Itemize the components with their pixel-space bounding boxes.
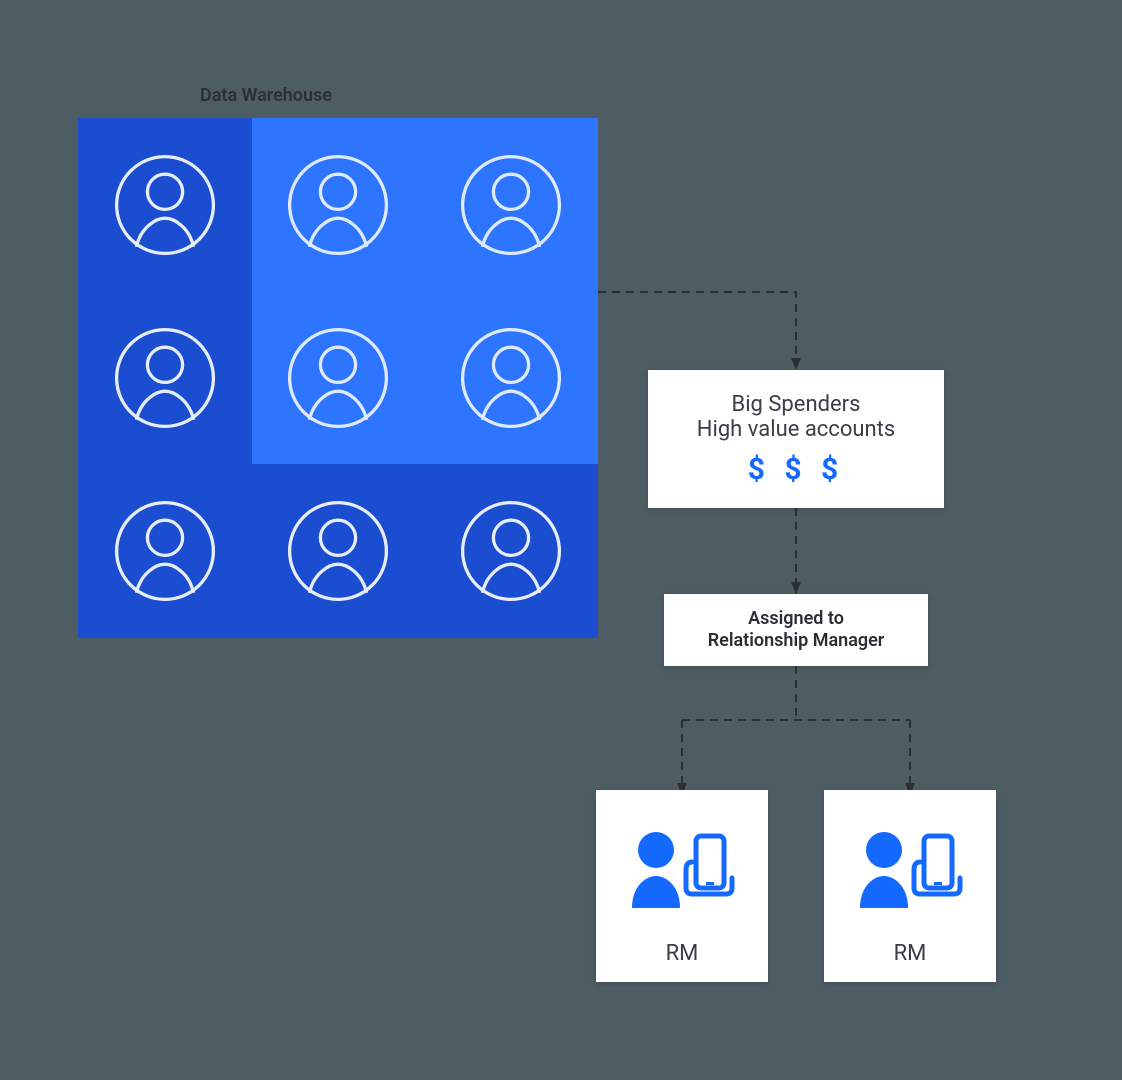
rm-icon bbox=[622, 790, 742, 941]
data-warehouse-box bbox=[78, 118, 598, 638]
assigned-line1: Assigned to bbox=[748, 608, 844, 631]
user-icon bbox=[110, 496, 220, 606]
user-icon bbox=[456, 496, 566, 606]
spenders-title-line1: Big Spenders bbox=[732, 392, 861, 417]
rm-card: RM bbox=[824, 790, 996, 982]
rm-card: RM bbox=[596, 790, 768, 982]
user-grid bbox=[78, 118, 598, 638]
dollar-icons: $ $ $ bbox=[748, 452, 845, 487]
user-icon bbox=[283, 496, 393, 606]
user-icon bbox=[283, 150, 393, 260]
assigned-line2: Relationship Manager bbox=[708, 630, 885, 653]
user-icon bbox=[283, 323, 393, 433]
rm-icon bbox=[850, 790, 970, 941]
big-spenders-card: Big Spenders High value accounts $ $ $ bbox=[648, 370, 944, 508]
assigned-to-card: Assigned to Relationship Manager bbox=[664, 594, 928, 666]
rm-label: RM bbox=[894, 941, 927, 966]
user-icon bbox=[110, 323, 220, 433]
spenders-title-line2: High value accounts bbox=[697, 417, 895, 442]
user-icon bbox=[110, 150, 220, 260]
user-icon bbox=[456, 150, 566, 260]
user-icon bbox=[456, 323, 566, 433]
data-warehouse-title: Data Warehouse bbox=[200, 85, 332, 106]
rm-label: RM bbox=[666, 941, 699, 966]
